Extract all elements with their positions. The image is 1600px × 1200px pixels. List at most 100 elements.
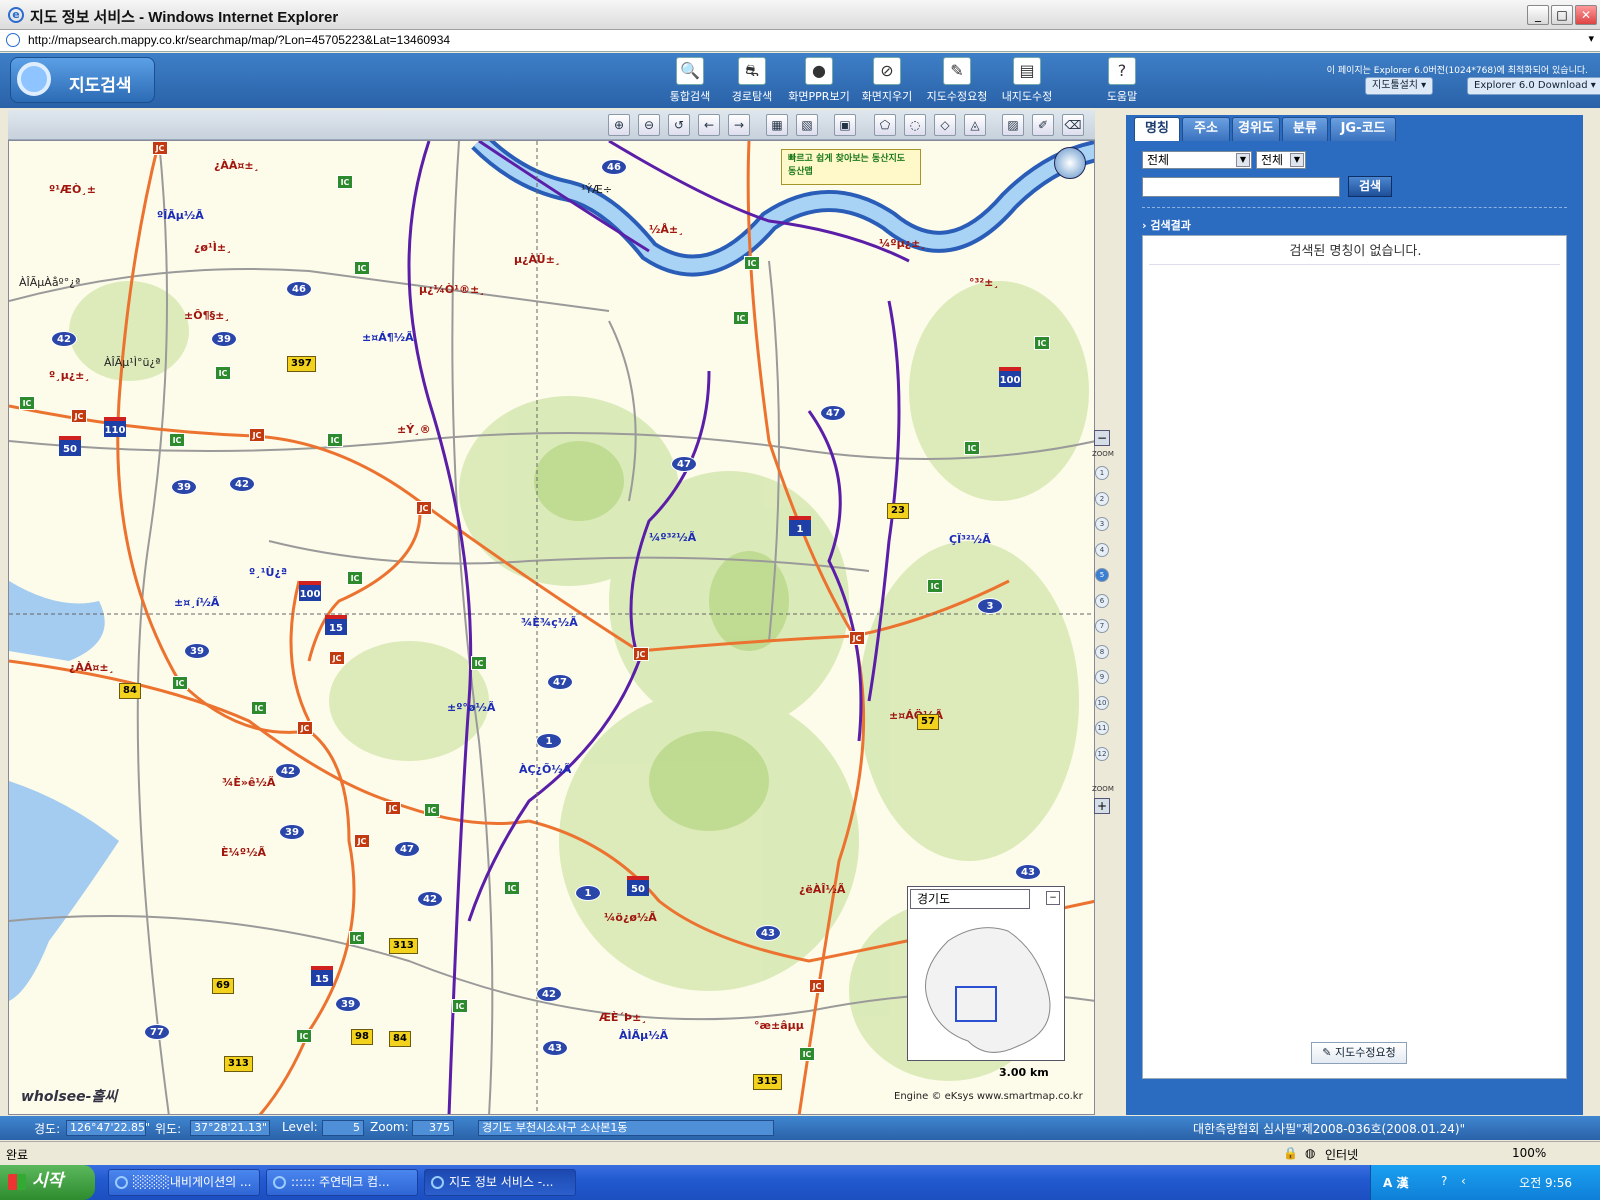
place-label: º¸¹Ù¿ª <box>249 566 288 579</box>
zoom-level-10[interactable]: 10 <box>1095 695 1109 710</box>
tool-my-map-edit[interactable]: ▤ 내지도수정 <box>990 57 1064 107</box>
address-bar[interactable]: http://mapsearch.mappy.co.kr/searchmap/m… <box>0 30 1600 52</box>
taskbar-item-jooyon[interactable]: :::::: 주연테크 컴... <box>266 1169 418 1196</box>
zoom-level-7[interactable]: 7 <box>1095 619 1109 633</box>
tab-coordinates[interactable]: 경위도 <box>1232 117 1280 141</box>
zoom-in-icon[interactable]: ⊕ <box>608 114 630 136</box>
zoom-level-1[interactable]: 1 <box>1095 466 1109 480</box>
map-canvas[interactable]: ¿ÀÀ¤±¸ º¹ÆÒ¸± ºÎÃµ½Ã ¿ø¹Ì±¸ ÀÎÃµÀåº°¿ª ±Ô¶§±¸… <box>8 140 1095 1115</box>
erase-icon[interactable]: ⌫ <box>1062 114 1084 136</box>
explorer-download-button[interactable]: Explorer 6.0 Download ▾ <box>1467 77 1600 95</box>
zoom-level-12[interactable]: 12 <box>1095 746 1109 761</box>
route-shield: 39 <box>335 996 361 1012</box>
zoom-out-icon[interactable]: ⊖ <box>638 114 660 136</box>
route-shield: 47 <box>547 674 573 690</box>
place-label: ¿ëÀÎ½Ã <box>799 883 846 896</box>
print-icon[interactable]: ▦ <box>766 114 788 136</box>
zoom-level-9[interactable]: 9 <box>1095 670 1109 684</box>
tab-name[interactable]: 명칭 <box>1134 117 1180 141</box>
zoom-level-11[interactable]: 11 <box>1095 721 1109 735</box>
polygon-icon[interactable]: ⬠ <box>874 114 896 136</box>
area-icon[interactable]: ◇ <box>934 114 956 136</box>
search-button[interactable]: 검색 <box>1348 176 1392 197</box>
interchange-icon: IC <box>347 571 363 585</box>
tab-category[interactable]: 분류 <box>1282 117 1328 141</box>
locate-icon[interactable]: ◬ <box>964 114 986 136</box>
compass-icon[interactable] <box>1054 147 1086 179</box>
help-tray-icon[interactable]: ? <box>1441 1174 1447 1188</box>
tool-help[interactable]: ? 도움말 <box>1085 57 1159 107</box>
forward-icon[interactable]: → <box>728 114 750 136</box>
local-route-marker: 313 <box>389 938 418 954</box>
category-select[interactable]: 전체 ▼ <box>1142 151 1252 169</box>
tool-clear-screen[interactable]: ⊘ 화면지우기 <box>850 57 924 107</box>
draw-icon[interactable]: ✐ <box>1032 114 1054 136</box>
subcategory-select[interactable]: 전체 ▼ <box>1256 151 1306 169</box>
taskbar-item-navigation[interactable]: ░░░░내비게이션의 ... <box>108 1169 260 1196</box>
zoom-level-3[interactable]: 3 <box>1095 517 1109 531</box>
save-icon[interactable]: ▣ <box>834 114 856 136</box>
interchange-icon: IC <box>349 931 365 945</box>
start-button[interactable]: 시작 <box>0 1165 95 1200</box>
close-button[interactable]: ✕ <box>1575 5 1597 25</box>
minimize-button[interactable]: _ <box>1527 5 1549 25</box>
results-title-text: 검색결과 <box>1150 219 1191 232</box>
map-edit-request-button[interactable]: ✎ 지도수정요청 <box>1311 1042 1407 1064</box>
ime-icon[interactable]: A 漢 <box>1383 1174 1408 1191</box>
route-shield: 43 <box>1015 864 1041 880</box>
zoom-level-text[interactable]: 100% <box>1512 1146 1546 1160</box>
interchange-icon: IC <box>327 433 343 447</box>
map-tool-install-button[interactable]: 지도툴설치 ▾ <box>1365 77 1434 95</box>
place-label: ±Ô¶§±¸ <box>184 309 230 322</box>
search-input[interactable] <box>1142 177 1340 197</box>
zoom-level-8[interactable]: 8 <box>1095 644 1109 659</box>
tab-jg-code[interactable]: JG-코드 <box>1330 117 1396 141</box>
route-shield: 43 <box>542 1040 568 1056</box>
place-label: ¾È»ê½Ã <box>222 776 276 789</box>
address-url[interactable]: http://mapsearch.mappy.co.kr/searchmap/m… <box>28 33 450 47</box>
route-shield: 39 <box>184 643 210 659</box>
zoom-control: − ZOOM 1 2 3 4 5 6 7 8 9 10 11 12 ZOOM + <box>1090 430 1114 830</box>
zoom-level-6[interactable]: 6 <box>1095 593 1109 608</box>
lat-label: 위도: <box>155 1122 182 1136</box>
tool-ppr-view[interactable]: ● 화면PPR보기 <box>782 57 856 107</box>
circle-icon[interactable]: ◌ <box>904 114 926 136</box>
zoom-in-button[interactable]: + <box>1094 798 1110 814</box>
refresh-icon[interactable]: ↺ <box>668 114 690 136</box>
promo-banner[interactable]: 빠르고 쉽게 찾아보는 동산지도 동산맵 <box>781 149 921 185</box>
measure-icon[interactable]: ▧ <box>796 114 818 136</box>
chevron-down-icon: ▼ <box>1290 153 1304 167</box>
zoom-value: 375 <box>412 1120 454 1136</box>
maximize-button[interactable]: □ <box>1551 5 1573 25</box>
tray-arrow-icon[interactable]: ‹ <box>1461 1174 1466 1188</box>
tool-label: 내지도수정 <box>1001 90 1053 103</box>
overview-minimap[interactable]: 경기도 − <box>907 886 1065 1061</box>
place-label: ºÎÃµ½Ã <box>157 209 204 222</box>
place-label: ÀÎÃµÀåº°¿ª <box>19 276 81 289</box>
ie-status-bar: 완료 🔒 ◍ 인터넷 100% <box>0 1141 1600 1165</box>
junction-icon: JC <box>152 141 168 155</box>
zoom-level-4[interactable]: 4 <box>1095 542 1109 557</box>
route-shield: 42 <box>275 763 301 779</box>
chart-icon[interactable]: ▨ <box>1002 114 1024 136</box>
tool-route-search[interactable]: ⛐ 경로탐색 <box>715 57 789 107</box>
expressway-shield: 15 <box>311 966 333 986</box>
junction-icon: JC <box>329 651 345 665</box>
tab-address[interactable]: 주소 <box>1182 117 1230 141</box>
place-label: ½Å±¸ <box>649 223 684 236</box>
taskbar-item-map-service[interactable]: 지도 정보 서비스 -... <box>424 1169 576 1196</box>
interchange-icon: IC <box>927 579 943 593</box>
place-label: ÆÈ´Þ±¸ <box>599 1011 647 1024</box>
back-icon[interactable]: ← <box>698 114 720 136</box>
zoom-level-5[interactable]: 5 <box>1095 568 1109 582</box>
map-search-logo[interactable]: 지도검색 <box>10 57 155 103</box>
place-label: ±¤¸í½Ã <box>174 596 220 609</box>
region-select[interactable]: 경기도 <box>910 889 1030 909</box>
tool-edit-request[interactable]: ✎ 지도수정요청 <box>920 57 994 107</box>
zoom-out-button[interactable]: − <box>1094 430 1110 446</box>
zoom-level-2[interactable]: 2 <box>1095 491 1109 506</box>
minimap-close-icon[interactable]: − <box>1046 891 1060 905</box>
expressway-shield: 50 <box>627 876 649 896</box>
interchange-icon: IC <box>964 441 980 455</box>
address-dropdown-icon[interactable]: ▾ <box>1588 32 1594 45</box>
